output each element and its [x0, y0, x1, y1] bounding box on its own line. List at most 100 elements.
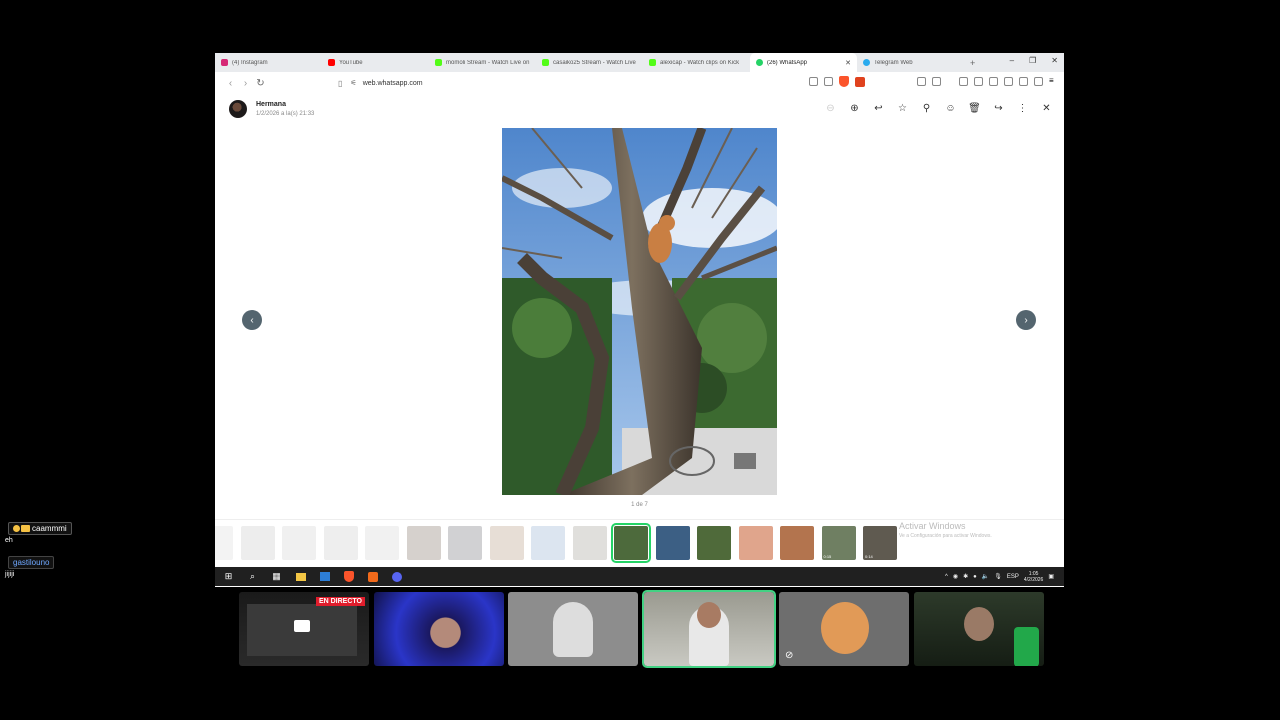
- rewards-icon[interactable]: [855, 76, 865, 87]
- back-icon[interactable]: ‹: [223, 78, 238, 89]
- new-tab-button[interactable]: +: [970, 58, 975, 68]
- notifications-icon[interactable]: ▣: [1048, 573, 1054, 580]
- orange-app-icon[interactable]: [365, 569, 380, 584]
- thumbnail[interactable]: [572, 526, 607, 560]
- media-counter: 1 de 7: [631, 502, 648, 508]
- chat-username[interactable]: caammmi: [8, 522, 72, 535]
- windows-start-icon[interactable]: ⊞: [221, 569, 236, 584]
- thumbnail[interactable]: [489, 526, 524, 560]
- tab-bar: (4) Instagram YouTube momoli Stream - Wa…: [215, 53, 1064, 72]
- chat-extension-icon[interactable]: [917, 77, 926, 86]
- brave-shield-icon[interactable]: [839, 76, 849, 87]
- tab-search-icon[interactable]: [989, 77, 998, 86]
- thumbnail[interactable]: [215, 526, 233, 560]
- cast-icon[interactable]: [809, 77, 818, 86]
- delete-icon[interactable]: 🗑: [967, 102, 982, 116]
- webcam-tile: [374, 592, 504, 666]
- bluetooth-icon[interactable]: ✱: [963, 573, 968, 580]
- toolbar-extensions: ≡: [809, 76, 1058, 87]
- bookmark-icon[interactable]: ▯: [338, 79, 342, 88]
- more-options-icon[interactable]: ⋮: [1015, 102, 1030, 116]
- thumbnail[interactable]: [365, 526, 399, 560]
- thumbnail[interactable]: [282, 526, 316, 560]
- clock[interactable]: 1:05 4/2/2026: [1024, 571, 1043, 583]
- close-window-icon[interactable]: ✕: [1051, 56, 1058, 65]
- thumbnail[interactable]: [448, 526, 482, 560]
- share-icon[interactable]: [824, 77, 833, 86]
- thumbnail-selected[interactable]: [611, 523, 651, 563]
- extensions-puzzle-icon[interactable]: [1019, 77, 1028, 86]
- search-icon[interactable]: ⌕: [245, 569, 260, 584]
- close-tab-icon[interactable]: ✕: [845, 59, 851, 67]
- file-explorer-icon[interactable]: [293, 569, 308, 584]
- tray-overflow-icon[interactable]: ^: [945, 574, 948, 580]
- stream-layout: (4) Instagram YouTube momoli Stream - Wa…: [0, 0, 1280, 720]
- avatar: [229, 100, 247, 118]
- thumbnail[interactable]: [697, 526, 731, 560]
- chat-username[interactable]: gastilouno: [8, 556, 55, 569]
- next-media-button[interactable]: ›: [1016, 310, 1036, 330]
- forward-icon[interactable]: ↪: [991, 102, 1006, 116]
- zoom-in-icon[interactable]: ⊕: [847, 102, 862, 116]
- tab-instagram[interactable]: (4) Instagram: [215, 53, 322, 72]
- webcam-tile: [508, 592, 638, 666]
- tab-telegram[interactable]: Telegram Web: [857, 53, 964, 72]
- sender-info[interactable]: Hermana 1/2/2026 a la(s) 21:33: [229, 100, 314, 118]
- sender-name: Hermana: [256, 101, 286, 108]
- star-icon[interactable]: ☆: [895, 102, 910, 116]
- chat-username-line: gastilouno: [8, 556, 55, 569]
- chat-username-line: caammmi: [8, 522, 72, 535]
- tab-youtube[interactable]: YouTube: [322, 53, 429, 72]
- webcam-tile-stream-preview: EN DIRECTO: [239, 592, 369, 666]
- app-tray-icon[interactable]: ●: [973, 574, 977, 580]
- thumbnail[interactable]: 0:15: [821, 526, 856, 560]
- network-icon[interactable]: ◉: [953, 573, 958, 580]
- thumbnail[interactable]: [323, 526, 358, 560]
- tab-kick-alexicap[interactable]: alexicap - Watch clips on Kick: [643, 53, 750, 72]
- media-photo: [502, 128, 777, 495]
- close-viewer-icon[interactable]: ✕: [1039, 102, 1054, 116]
- kick-icon: [649, 59, 656, 66]
- volume-icon[interactable]: 🔈: [982, 573, 989, 580]
- vpn-icon[interactable]: [1034, 77, 1043, 86]
- minimize-icon[interactable]: –: [1010, 56, 1014, 65]
- brave-browser-icon[interactable]: [341, 569, 356, 584]
- thumbnail[interactable]: [738, 526, 773, 560]
- youtube-icon: [328, 59, 335, 66]
- address-bar[interactable]: ⚟ web.whatsapp.com: [350, 79, 422, 88]
- message-timestamp: 1/2/2026 a la(s) 21:33: [256, 111, 315, 117]
- thumbnail[interactable]: 0:14: [863, 526, 897, 560]
- tab-kick-casaiko[interactable]: casaiko25 Stream - Watch Live: [536, 53, 643, 72]
- extension-icon[interactable]: [932, 77, 941, 86]
- thumbnail[interactable]: [780, 526, 814, 560]
- thumbnail[interactable]: [240, 526, 275, 560]
- pin-icon[interactable]: ⚲: [919, 102, 934, 116]
- viewer-actions: ⊖ ⊕ ↩ ☆ ⚲ ☺ 🗑 ↪ ⋮ ✕: [823, 102, 1054, 116]
- tab-whatsapp[interactable]: (26) WhatsApp ✕: [750, 53, 857, 72]
- site-settings-icon[interactable]: ⚟: [350, 79, 356, 87]
- kick-icon: [435, 59, 442, 66]
- tab-kick-momoli[interactable]: momoli Stream - Watch Live on: [429, 53, 536, 72]
- thumbnail[interactable]: [406, 526, 441, 560]
- wallet-icon[interactable]: [1004, 77, 1013, 86]
- reload-icon[interactable]: ↻: [253, 78, 268, 89]
- thumbnail[interactable]: [655, 526, 690, 560]
- thumbnail[interactable]: [531, 526, 565, 560]
- task-view-icon[interactable]: ▦: [269, 569, 284, 584]
- instagram-icon: [221, 59, 228, 66]
- music-icon[interactable]: [959, 77, 968, 86]
- maximize-icon[interactable]: ❐: [1029, 56, 1036, 65]
- zoom-out-icon[interactable]: ⊖: [823, 102, 838, 116]
- react-emoji-icon[interactable]: ☺: [943, 102, 958, 116]
- forward-icon[interactable]: ›: [238, 78, 253, 89]
- reply-icon[interactable]: ↩: [871, 102, 886, 116]
- microphone-icon[interactable]: 🎙: [994, 573, 1002, 580]
- sidebar-icon[interactable]: [974, 77, 983, 86]
- webcam-tile: ⊘: [779, 592, 909, 666]
- telegram-icon: [863, 59, 870, 66]
- store-icon[interactable]: [317, 569, 332, 584]
- language-indicator[interactable]: ESP: [1007, 574, 1019, 580]
- previous-media-button[interactable]: ‹: [242, 310, 262, 330]
- menu-icon[interactable]: ≡: [1049, 77, 1058, 86]
- discord-app-icon[interactable]: [389, 569, 404, 584]
